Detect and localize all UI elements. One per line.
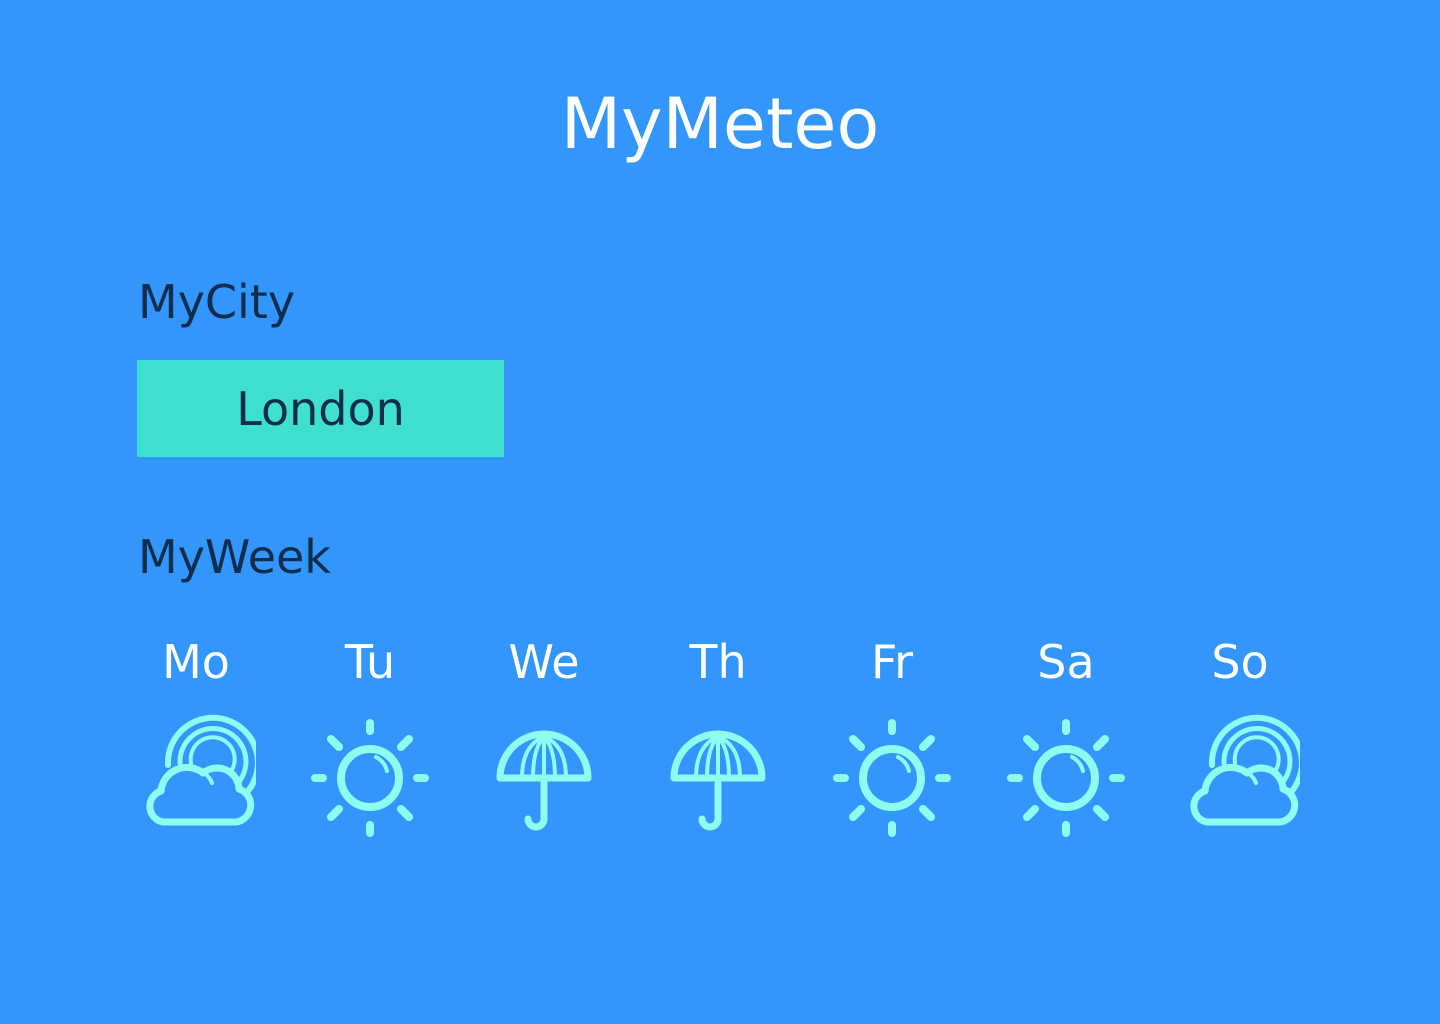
umbrella-icon	[658, 713, 778, 843]
day-name: So	[1211, 635, 1269, 689]
umbrella-icon	[484, 713, 604, 843]
day-name: Tu	[344, 635, 396, 689]
cloud-sun-icon	[136, 713, 256, 843]
week-forecast: Mo Tu We Th Fr Sa So	[109, 630, 1331, 850]
city-section-label: MyCity	[138, 275, 296, 329]
day-forecast-tu[interactable]: Tu	[283, 630, 457, 850]
app-title: MyMeteo	[560, 83, 880, 165]
day-forecast-sa[interactable]: Sa	[979, 630, 1153, 850]
day-forecast-so[interactable]: So	[1153, 630, 1327, 850]
sun-icon	[1006, 713, 1126, 843]
city-select-button[interactable]: London	[137, 360, 504, 457]
day-name: Th	[689, 635, 747, 689]
day-forecast-mo[interactable]: Mo	[109, 630, 283, 850]
sun-icon	[310, 713, 430, 843]
day-forecast-fr[interactable]: Fr	[805, 630, 979, 850]
day-name: We	[508, 635, 580, 689]
sun-icon	[832, 713, 952, 843]
cloud-sun-icon	[1180, 713, 1300, 843]
day-forecast-we[interactable]: We	[457, 630, 631, 850]
day-forecast-th[interactable]: Th	[631, 630, 805, 850]
day-name: Sa	[1037, 635, 1095, 689]
day-name: Fr	[870, 635, 914, 689]
week-section-label: MyWeek	[138, 530, 331, 584]
day-name: Mo	[162, 635, 230, 689]
